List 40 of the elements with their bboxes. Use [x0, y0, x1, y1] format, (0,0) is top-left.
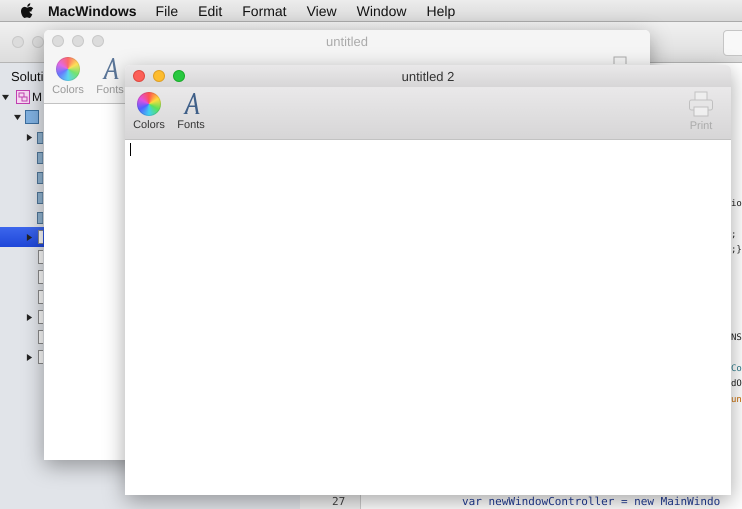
- expanded-arrow-icon[interactable]: [2, 94, 9, 100]
- collapsed-arrow-icon[interactable]: [26, 134, 33, 140]
- color-wheel-icon: [56, 57, 80, 81]
- tree-item[interactable]: [0, 227, 44, 247]
- menu-item[interactable]: Format: [242, 2, 287, 18]
- code-text: Co: [731, 363, 742, 375]
- code-text: ;: [731, 229, 736, 241]
- minimize-button[interactable]: [153, 70, 165, 82]
- toolbar-button[interactable]: Colors: [131, 91, 167, 131]
- tree-label: M: [32, 90, 42, 104]
- app-menu[interactable]: MacWindows: [48, 2, 137, 18]
- window-title: untitled: [326, 34, 368, 48]
- close-button[interactable]: [133, 70, 145, 82]
- fonts-icon: [181, 92, 201, 116]
- code-line: var newWindowController = new MainWindo: [462, 495, 720, 508]
- code-text: NS: [731, 332, 742, 344]
- collapsed-arrow-icon[interactable]: [26, 354, 33, 360]
- collapsed-arrow-icon[interactable]: [26, 314, 33, 320]
- fonts-icon: [100, 57, 120, 81]
- code-text: un: [731, 394, 742, 406]
- sidebar-title: Soluti: [11, 68, 44, 86]
- zoom-button[interactable]: [173, 70, 185, 82]
- line-number: 27: [332, 495, 346, 508]
- code-text: ;}: [731, 244, 742, 256]
- code-text: io: [731, 198, 742, 210]
- menu-item[interactable]: Window: [356, 2, 406, 18]
- toolbar-button[interactable]: Fonts: [173, 91, 209, 131]
- window-title: untitled 2: [402, 68, 454, 84]
- tree-item[interactable]: M: [0, 87, 44, 107]
- menu-item[interactable]: View: [306, 2, 337, 18]
- project-icon: [25, 110, 39, 124]
- apple-icon[interactable]: [20, 2, 34, 18]
- code-text: dO: [731, 378, 742, 390]
- printer-icon: [688, 91, 714, 117]
- expanded-arrow-icon[interactable]: [14, 114, 21, 120]
- color-wheel-icon: [137, 92, 161, 116]
- menu-item[interactable]: Help: [426, 2, 456, 18]
- solution-icon: [16, 90, 30, 104]
- menu-item[interactable]: File: [156, 2, 178, 18]
- menu-item[interactable]: Edit: [198, 2, 222, 18]
